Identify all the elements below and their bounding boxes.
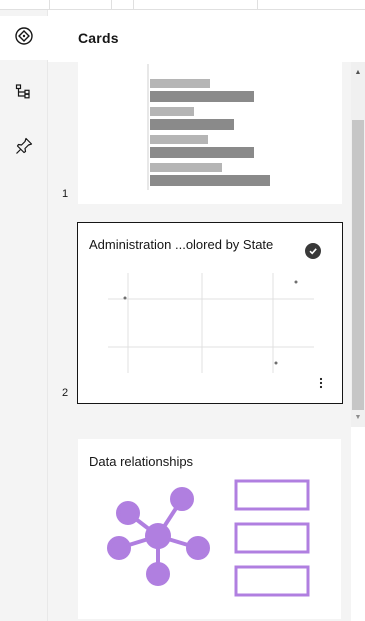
card-scatter-selected[interactable]: Administration ...olored by State [77, 222, 343, 404]
scatter-chart-thumbnail [108, 273, 314, 373]
thumbnail-bar [150, 163, 222, 172]
toolbar-segment [50, 0, 112, 9]
scatter-point [274, 361, 278, 365]
thumbnail-bar [150, 175, 270, 186]
relationships-illustration [107, 479, 310, 597]
rail-pin-button[interactable] [0, 126, 48, 170]
thumbnail-bar [150, 119, 234, 130]
rail-hierarchy-button[interactable] [0, 72, 48, 116]
scroll-up-arrow-icon[interactable]: ▲ [351, 66, 365, 80]
thumbnail-bar [150, 107, 194, 116]
thumbnail-bar [150, 135, 208, 144]
toolbar-segment [134, 0, 258, 9]
network-node [116, 501, 140, 525]
card-data-relationships[interactable]: Data relationships [78, 439, 341, 619]
toolbar-segment [112, 0, 134, 9]
card-number: 2 [62, 387, 69, 399]
network-node [146, 562, 170, 586]
hierarchy-icon [14, 82, 34, 107]
network-node [186, 536, 210, 560]
toolbar-segment [0, 0, 50, 9]
scroll-thumb[interactable] [352, 120, 364, 410]
network-node [107, 536, 131, 560]
rail-navigator-button[interactable] [0, 16, 48, 60]
entity-box [234, 522, 310, 554]
thumbnail-bar [150, 147, 254, 158]
panel-header: Cards [48, 10, 365, 62]
network-node [145, 523, 171, 549]
scatter-point [123, 296, 127, 300]
card-list: 1 Administration ...olored by State 2 Da… [48, 62, 351, 621]
vertical-scrollbar[interactable]: ▲ ▼ [351, 62, 365, 427]
panel-title: Cards [78, 30, 119, 46]
scatter-point [294, 280, 298, 284]
navigator-icon [14, 26, 34, 51]
side-rail [0, 10, 48, 621]
thumbnail-bar [150, 91, 254, 102]
network-node [170, 487, 194, 511]
card-bar-chart[interactable] [78, 62, 342, 204]
entity-box [234, 479, 310, 511]
bar-chart-thumbnail [147, 64, 270, 190]
overflow-menu-icon[interactable] [317, 375, 325, 391]
scroll-down-arrow-icon[interactable]: ▼ [351, 411, 365, 425]
top-toolbar-strip [0, 0, 365, 10]
card-number: 1 [62, 188, 69, 200]
thumbnail-bar [150, 79, 210, 88]
entity-box [234, 565, 310, 597]
pin-icon [14, 136, 34, 161]
